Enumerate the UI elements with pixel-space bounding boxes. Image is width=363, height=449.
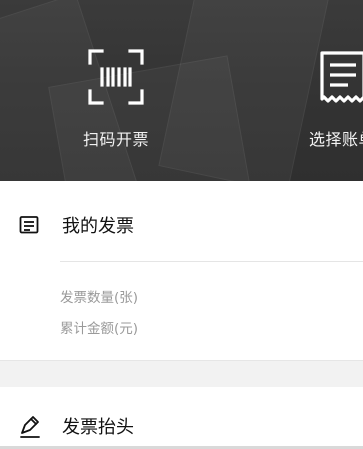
my-invoice-title: 我的发票	[62, 216, 134, 237]
invoice-stats: 发票数量(张) 累计金额(元)	[60, 283, 340, 345]
invoice-count-label: 发票数量(张)	[60, 290, 139, 306]
header-actions-panel: 扫码开票 选择账单	[0, 0, 363, 181]
invoice-title-row[interactable]: 发票抬头	[0, 402, 363, 449]
invoice-title-label: 发票抬头	[62, 417, 134, 438]
scan-barcode-icon	[83, 44, 149, 110]
my-invoice-row[interactable]: 我的发票	[0, 205, 363, 245]
section-gap	[0, 361, 363, 387]
pencil-edit-icon	[18, 415, 40, 438]
invoice-home-screen: 扫码开票 选择账单	[0, 0, 363, 449]
scan-to-invoice-label: 扫码开票	[82, 130, 149, 149]
receipt-icon	[309, 44, 363, 110]
divider	[60, 261, 363, 262]
select-bill-button[interactable]: 选择账单	[282, 44, 363, 164]
select-bill-label: 选择账单	[308, 130, 363, 149]
total-amount-label: 累计金额(元)	[60, 321, 139, 337]
invoice-list-icon	[18, 214, 40, 236]
scan-to-invoice-button[interactable]: 扫码开票	[56, 44, 176, 164]
my-invoice-card: 我的发票 发票数量(张) 累计金额(元)	[0, 181, 363, 361]
